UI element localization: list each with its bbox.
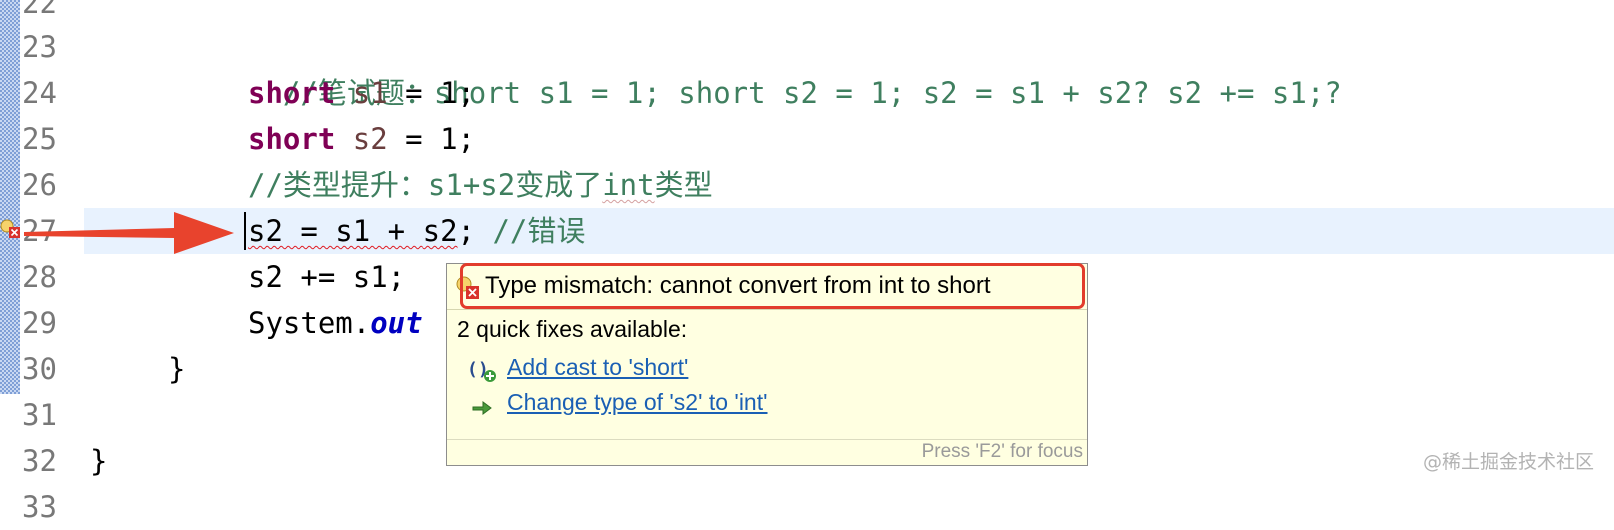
code-text: System. bbox=[248, 306, 371, 340]
line-number: 25 bbox=[22, 122, 57, 156]
line-number: 32 bbox=[22, 444, 57, 478]
line-number: 29 bbox=[22, 306, 57, 340]
comment: int bbox=[602, 168, 655, 202]
line-number: 26 bbox=[22, 168, 57, 202]
error-expression[interactable]: s2 = s1 + bbox=[248, 214, 423, 248]
line-number: 22 bbox=[22, 0, 57, 20]
overview-ruler bbox=[0, 0, 20, 394]
code-line-25[interactable]: short s2 = 1; bbox=[248, 116, 475, 162]
code-text: = 1; bbox=[387, 122, 476, 156]
change-type-icon bbox=[472, 401, 492, 415]
code-line-30[interactable]: } bbox=[168, 346, 185, 392]
code-text: } bbox=[168, 352, 186, 386]
comment: //错误 bbox=[492, 214, 586, 248]
line-number: 33 bbox=[22, 490, 57, 524]
line-number: 31 bbox=[22, 398, 57, 432]
code-line-27[interactable]: s2 = s1 + s2; //错误 bbox=[248, 208, 585, 254]
keyword: short bbox=[248, 76, 336, 110]
code-line-29[interactable]: System.out bbox=[248, 300, 423, 346]
annotation-highlight-box bbox=[460, 263, 1085, 309]
line-number: 28 bbox=[22, 260, 57, 294]
variable: s1 bbox=[352, 76, 388, 110]
comment: //类型提升：s1+s2变成了 bbox=[248, 168, 603, 202]
code-line-23[interactable]: //笔试题：short s1 = 1; short s2 = 1; s2 = s… bbox=[248, 24, 1342, 110]
text-cursor bbox=[244, 212, 246, 250]
comment: 类型 bbox=[654, 168, 713, 202]
code-line-28[interactable]: s2 += s1; bbox=[248, 254, 405, 300]
code-line-24[interactable]: short s1 = 1; bbox=[248, 70, 475, 116]
focus-hint: Press 'F2' for focus bbox=[921, 441, 1083, 462]
quick-fix-count: 2 quick fixes available: bbox=[457, 316, 688, 342]
code-text: } bbox=[90, 444, 108, 478]
code-text: = 1; bbox=[387, 76, 476, 110]
variable: s2 bbox=[352, 122, 388, 156]
change-type-link[interactable]: Change type of 's2' to 'int' bbox=[507, 389, 768, 416]
line-number: 30 bbox=[22, 352, 57, 386]
code-text: ; bbox=[457, 214, 493, 248]
error-expression[interactable]: s2 bbox=[423, 214, 458, 248]
line-number: 24 bbox=[22, 76, 57, 110]
popup-footer: Press 'F2' for focus bbox=[447, 439, 1087, 465]
error-marker-icon[interactable] bbox=[0, 217, 22, 239]
add-cast-link[interactable]: Add cast to 'short' bbox=[507, 354, 688, 381]
code-line-26[interactable]: //类型提升：s1+s2变成了int类型 bbox=[248, 162, 713, 208]
field: out bbox=[370, 306, 423, 340]
keyword: short bbox=[248, 122, 336, 156]
annotation-arrow-icon bbox=[24, 212, 234, 254]
add-cast-icon: () bbox=[467, 359, 496, 382]
watermark: @稀土掘金技术社区 bbox=[1422, 451, 1594, 473]
code-text: s2 += s1; bbox=[248, 260, 406, 294]
code-line-32[interactable]: } bbox=[90, 438, 107, 484]
line-number: 23 bbox=[22, 30, 57, 64]
